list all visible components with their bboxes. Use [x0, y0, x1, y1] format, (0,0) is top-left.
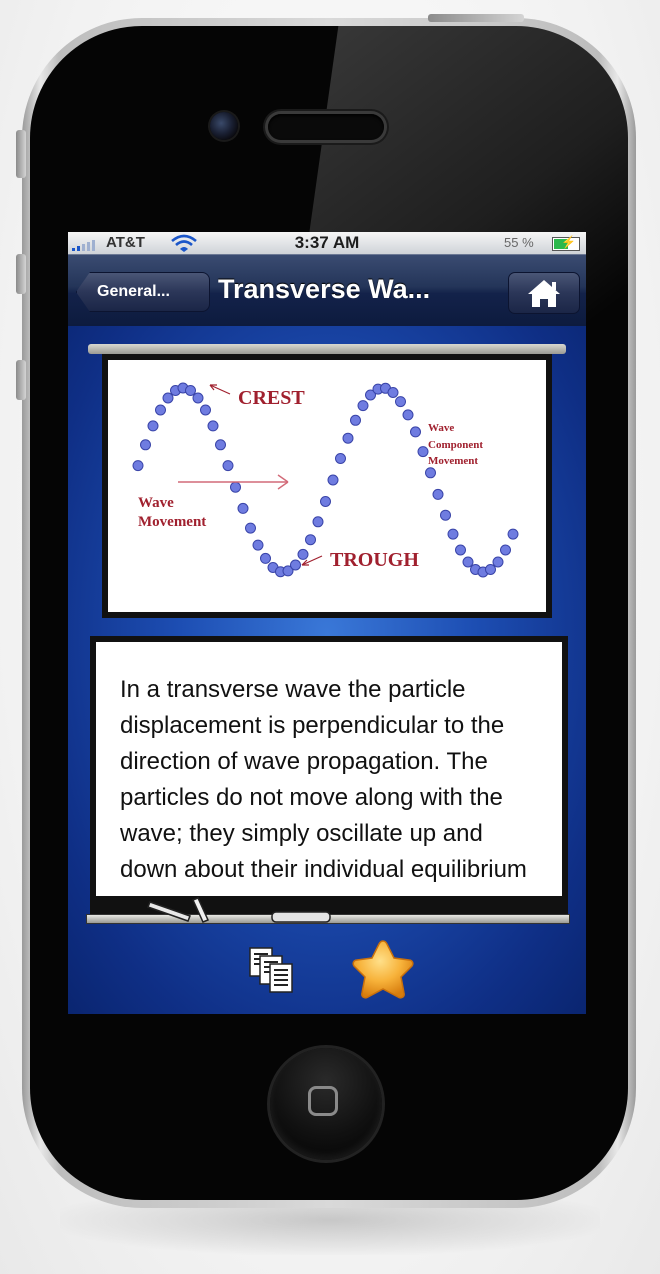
component-label-line2: Component: [428, 439, 483, 451]
back-button[interactable]: General...: [76, 272, 210, 312]
trough-label: TROUGH: [330, 549, 419, 571]
wave-bead: [192, 392, 204, 404]
transverse-wave-diagram: CREST TROUGH Wave Movement Wave Componen…: [108, 360, 546, 612]
wave-bead: [147, 420, 159, 432]
front-camera: [210, 112, 238, 140]
wave-bead: [305, 534, 316, 546]
wave-bead: [507, 528, 519, 540]
component-label-line3: Movement: [428, 455, 478, 467]
wave-bead: [492, 556, 504, 568]
battery-percentage: 55 %: [504, 235, 534, 250]
wave-bead: [185, 385, 196, 396]
wave-bead: [245, 522, 256, 534]
wave-bead: [417, 446, 429, 458]
star-icon[interactable]: [348, 938, 418, 1004]
wave-bead: [357, 400, 369, 412]
bottom-toolbar: [68, 932, 586, 1014]
wave-bead: [237, 502, 249, 514]
chalk-and-eraser-icon: [147, 897, 331, 923]
description-board: In a transverse wave the particle displa…: [90, 636, 568, 922]
wave-movement-label-line1: Wave: [138, 495, 174, 511]
wave-beads: [132, 382, 519, 578]
wave-bead: [395, 396, 406, 408]
earpiece-speaker: [268, 114, 384, 140]
wave-bead: [222, 460, 234, 472]
battery-charging-icon: ⚡: [552, 236, 580, 251]
wave-bead: [312, 516, 324, 528]
volume-down-button: [16, 360, 26, 400]
navigation-bar: General... Transverse Wa...: [68, 254, 586, 326]
board-rail: [88, 344, 566, 354]
wave-bead: [485, 564, 496, 575]
wave-bead: [290, 559, 301, 571]
wave-bead: [455, 544, 466, 556]
wave-bead: [162, 392, 174, 404]
product-photo-stage: AT&T 3:37 AM 55 % ⚡ General... Transvers…: [0, 0, 660, 1274]
wave-bead: [462, 556, 474, 568]
wave-bead: [132, 460, 144, 472]
wave-bead: [402, 409, 414, 421]
wave-bead: [327, 474, 339, 486]
wave-bead: [297, 548, 309, 560]
wave-bead: [335, 453, 346, 464]
wave-bead: [447, 528, 459, 540]
wave-bead: [155, 404, 166, 416]
wave-bead: [215, 439, 226, 451]
wave-bead: [207, 420, 219, 432]
wave-bead: [260, 552, 271, 564]
home-hardware-button[interactable]: [270, 1048, 382, 1160]
wave-movement-label-line2: Movement: [138, 514, 206, 530]
back-button-label: General...: [97, 283, 170, 300]
wave-bead: [432, 488, 444, 500]
wave-bead: [200, 404, 211, 416]
description-text: In a transverse wave the particle displa…: [96, 642, 562, 896]
wave-bead: [425, 467, 436, 479]
home-square-icon: [308, 1086, 338, 1116]
wave-bead: [387, 387, 399, 398]
status-bar: AT&T 3:37 AM 55 % ⚡: [68, 232, 586, 254]
sleep-button: [428, 14, 524, 22]
phone-screen: AT&T 3:37 AM 55 % ⚡ General... Transvers…: [68, 232, 586, 1014]
wave-bead: [252, 539, 264, 551]
wave-bead: [500, 544, 511, 556]
page-title: Transverse Wa...: [218, 274, 431, 304]
wave-bead: [342, 432, 354, 444]
wave-bead: [410, 426, 421, 438]
wave-bead: [320, 496, 331, 507]
volume-up-button: [16, 254, 26, 294]
component-label-line1: Wave: [428, 422, 454, 434]
wave-bead: [440, 509, 451, 521]
wave-bead: [230, 481, 241, 493]
wave-bead: [140, 439, 151, 451]
home-button[interactable]: [508, 272, 580, 314]
diagram-frame: CREST TROUGH Wave Movement Wave Componen…: [102, 354, 552, 618]
wave-bead: [350, 414, 361, 426]
home-icon: [528, 280, 560, 307]
mute-switch: [16, 130, 26, 178]
crest-label: CREST: [238, 387, 305, 409]
pages-icon[interactable]: [248, 946, 298, 996]
